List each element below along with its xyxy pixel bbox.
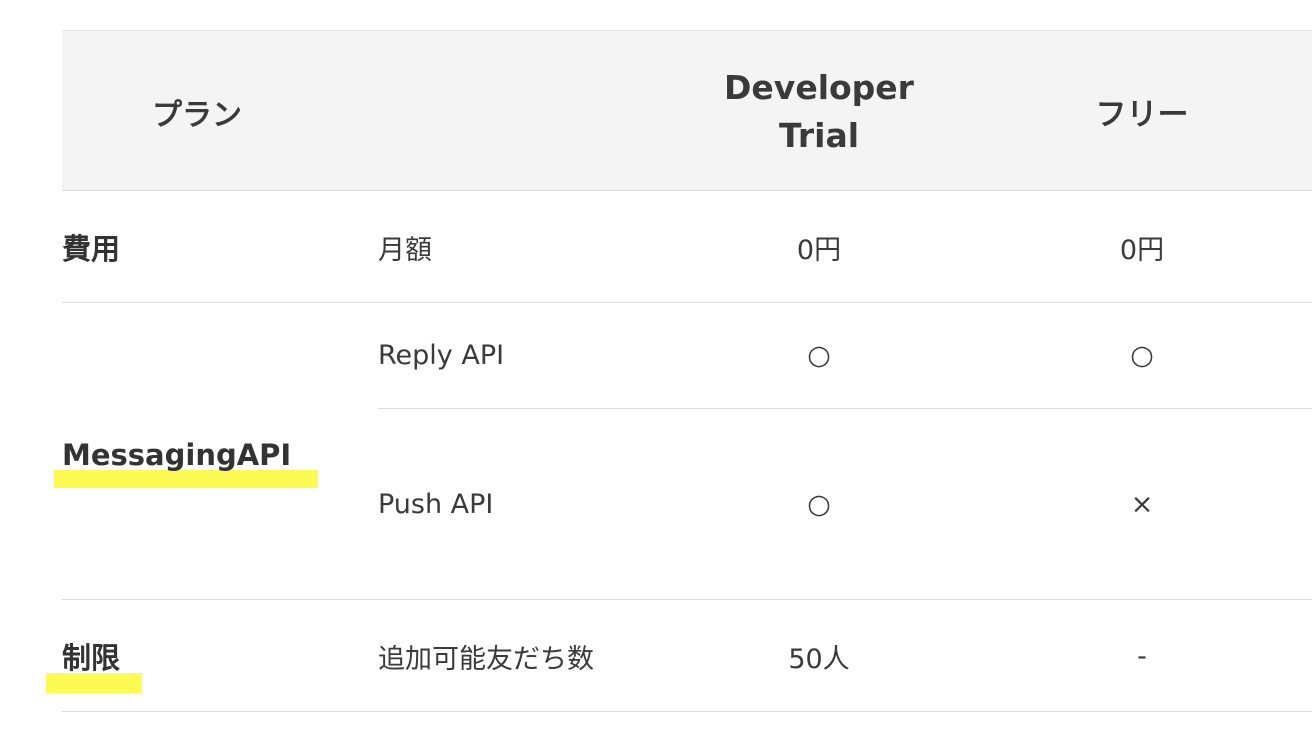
unavailable-cross-icon: × — [1130, 488, 1154, 520]
item-friend-limit: 追加可能友だち数 — [378, 643, 594, 675]
available-circle-icon: ○ — [807, 340, 831, 371]
value-monthly-fee-free: 0円 — [1119, 234, 1165, 266]
value-friend-limit-developer: 50人 — [788, 643, 850, 675]
category-messaging-api: MessagingAPI — [62, 438, 292, 472]
available-circle-icon: ○ — [807, 488, 831, 520]
header-developer-trial: Developer Trial — [682, 31, 956, 192]
available-circle-icon: ○ — [1130, 340, 1154, 371]
value-friend-limit-free: - — [1137, 640, 1147, 672]
header-developer-line1: Developer — [724, 67, 914, 107]
item-reply-api: Reply API — [378, 340, 505, 371]
item-monthly-fee: 月額 — [378, 234, 432, 266]
header-free: フリー — [1095, 97, 1189, 133]
header-developer-line2: Trial — [778, 115, 860, 155]
value-reply-api-developer: ○ — [682, 303, 956, 408]
value-push-api-developer: ○ — [682, 409, 956, 599]
value-monthly-fee-developer: 0円 — [796, 234, 842, 266]
header-plan: プラン — [152, 97, 242, 133]
category-cost: 費用 — [62, 232, 121, 266]
value-push-api-free: × — [1022, 409, 1262, 599]
table-header: プラン Developer Trial フリー — [62, 30, 1312, 191]
value-reply-api-free: ○ — [1022, 303, 1262, 408]
category-limit: 制限 — [62, 641, 121, 675]
item-push-api: Push API — [378, 488, 494, 520]
